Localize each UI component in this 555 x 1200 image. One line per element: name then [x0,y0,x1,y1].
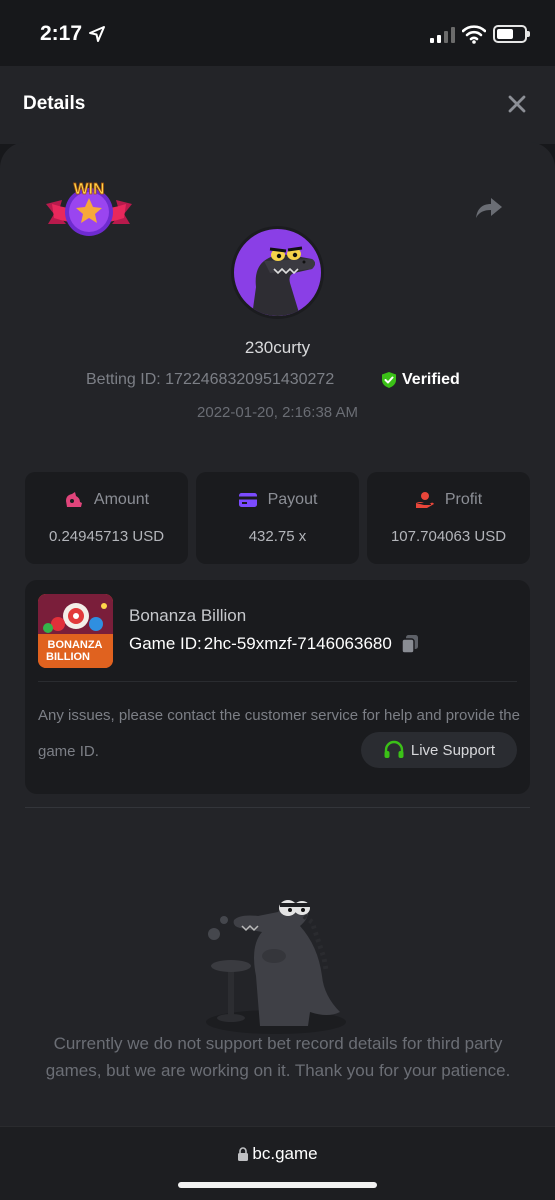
live-support-label: Live Support [410,741,496,759]
verified-shield-icon [382,372,396,388]
live-support-button[interactable]: Live Support [361,732,517,768]
verified-badge: Verified [381,371,460,389]
betting-id-row: Betting ID: 1722468320951430272 [86,371,334,389]
section-divider [25,807,530,808]
game-id-label: Game ID: [129,634,202,653]
crocodile-avatar-icon [252,246,315,316]
bonanza-billion-art-icon: BONANZA BILLION [38,594,113,668]
betting-id-value: 1722468320951430272 [165,371,335,388]
url-text: bc.game [252,1144,318,1163]
copy-icon[interactable] [401,634,419,654]
lock-icon [238,1147,249,1161]
headset-icon [384,740,404,758]
cellular-signal-icon [430,27,455,43]
stat-profit-value: 107.704063 USD [390,528,507,545]
details-header: Details [0,66,555,144]
stat-payout: Payout 432.75 x [196,472,359,564]
third-party-notice: Currently we do not support bet record d… [45,1034,511,1080]
card-divider [38,681,517,682]
close-icon[interactable] [503,90,531,118]
stat-payout-label: Payout [267,491,318,508]
stat-profit: Profit 107.704063 USD [367,472,530,564]
home-indicator[interactable] [178,1182,377,1188]
avatar [231,226,324,319]
browser-url-bar[interactable]: bc.game [0,1126,555,1200]
battery-icon [493,25,530,43]
profit-hand-icon [415,492,434,508]
stat-amount-value: 0.24945713 USD [48,528,165,545]
bet-date: 2022-01-20, 2:16:38 AM [197,404,358,421]
game-id-row: Game ID: 2hc-59xmzf-7146063680 [129,634,419,654]
stat-amount: Amount 0.24945713 USD [25,472,188,564]
thumb-title-line2: BILLION [46,651,90,663]
status-time: 2:17 [40,22,83,45]
verified-label: Verified [402,371,460,388]
stat-amount-label: Amount [93,491,150,508]
sad-crocodile-illustration [206,900,346,1034]
share-icon[interactable] [474,194,504,222]
game-name: Bonanza Billion [129,606,247,625]
username: 230curty [244,338,311,357]
game-thumbnail[interactable]: BONANZA BILLION [38,594,113,668]
stat-payout-value: 432.75 x [248,528,307,545]
stat-profit-label: Profit [444,491,483,508]
game-card: BONANZA BILLION Bonanza Billion Game ID:… [25,580,530,794]
status-bar: 2:17 [0,0,555,66]
betting-id-label: Betting ID: [86,371,161,388]
wifi-icon [462,25,486,44]
location-arrow-icon [89,26,105,42]
page-title: Details [23,93,86,114]
thumb-title-line1: BONANZA [48,639,103,651]
payout-card-icon [238,493,257,507]
win-badge-icon: WIN [46,181,132,236]
win-badge-text: WIN [73,181,104,198]
game-id-value: 2hc-59xmzf-7146063680 [203,634,392,653]
amount-icon [65,492,82,507]
